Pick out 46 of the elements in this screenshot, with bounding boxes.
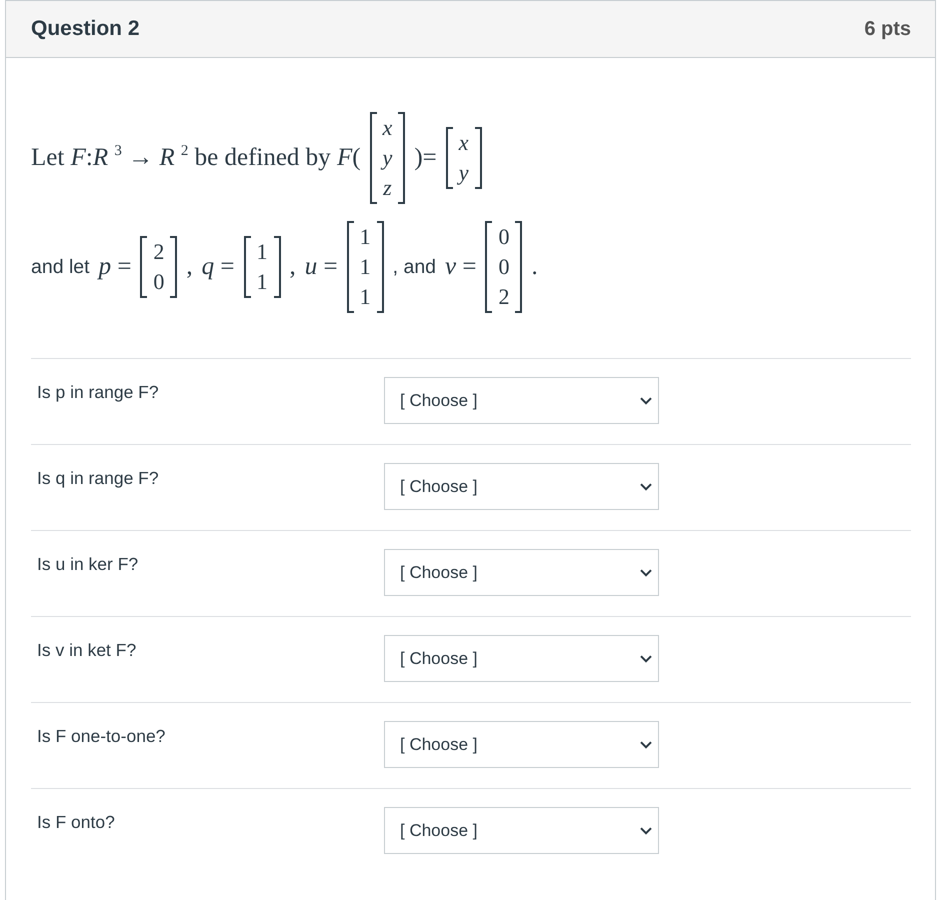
answer-dropdown[interactable]: [ Choose ] [384,463,659,510]
answer-dropdown[interactable]: [ Choose ] [384,807,659,854]
matrix-entry: 2 [153,238,164,266]
matrix-entry: y [458,159,469,187]
math-text: u = [304,252,338,282]
math-text: )= [414,143,437,173]
matrix-entry: 1 [360,253,371,281]
matrix-entry: x [458,129,469,157]
math-text: v = [445,252,476,282]
statement-text: and let [31,255,90,280]
math-text: Let F:R $^{3}$ → R $^{2}$ be defined by F( [31,143,361,173]
matrix-entry: x [382,114,392,142]
matrix-entry: 2 [498,283,510,311]
matrix-entry: 1 [256,268,268,296]
question-label: Is p in range F? [37,382,160,402]
chevron-down-icon [640,654,652,662]
question-label: Is F one-to-one? [37,726,166,746]
question-title: Question 2 [31,16,140,42]
matrix-entry: 1 [256,238,268,266]
matrix-entry: 1 [360,223,371,251]
question-label: Is v in ket F? [37,640,138,660]
math-text: . [531,252,538,282]
answer-dropdown[interactable]: [ Choose ] [384,549,659,596]
question-label: Is u in ker F? [37,554,140,574]
matrix-entry: 0 [498,253,510,281]
matrix-entry: 0 [153,268,164,296]
matrix-entry: 1 [360,283,371,311]
chevron-down-icon [640,740,652,748]
question-label: Is F onto? [37,812,116,832]
question-label: Is q in range F? [37,468,160,488]
chevron-down-icon [640,396,652,404]
chevron-down-icon [640,826,652,834]
math-text: p = [98,252,132,282]
chevron-down-icon [640,482,652,490]
points-label: 6 pts [864,17,911,42]
answer-dropdown[interactable]: [ Choose ] [384,635,659,682]
matrix-entry: y [382,144,392,172]
math-text: , [290,252,296,282]
chevron-down-icon [640,568,652,576]
matrix-entry: 0 [498,223,510,251]
answer-dropdown[interactable]: [ Choose ] [384,377,659,424]
statement-text: , and [392,255,436,280]
answer-dropdown[interactable]: [ Choose ] [384,721,659,768]
math-text: , [186,252,193,282]
math-text: q = [202,252,235,282]
matrix-entry: z [383,174,392,202]
